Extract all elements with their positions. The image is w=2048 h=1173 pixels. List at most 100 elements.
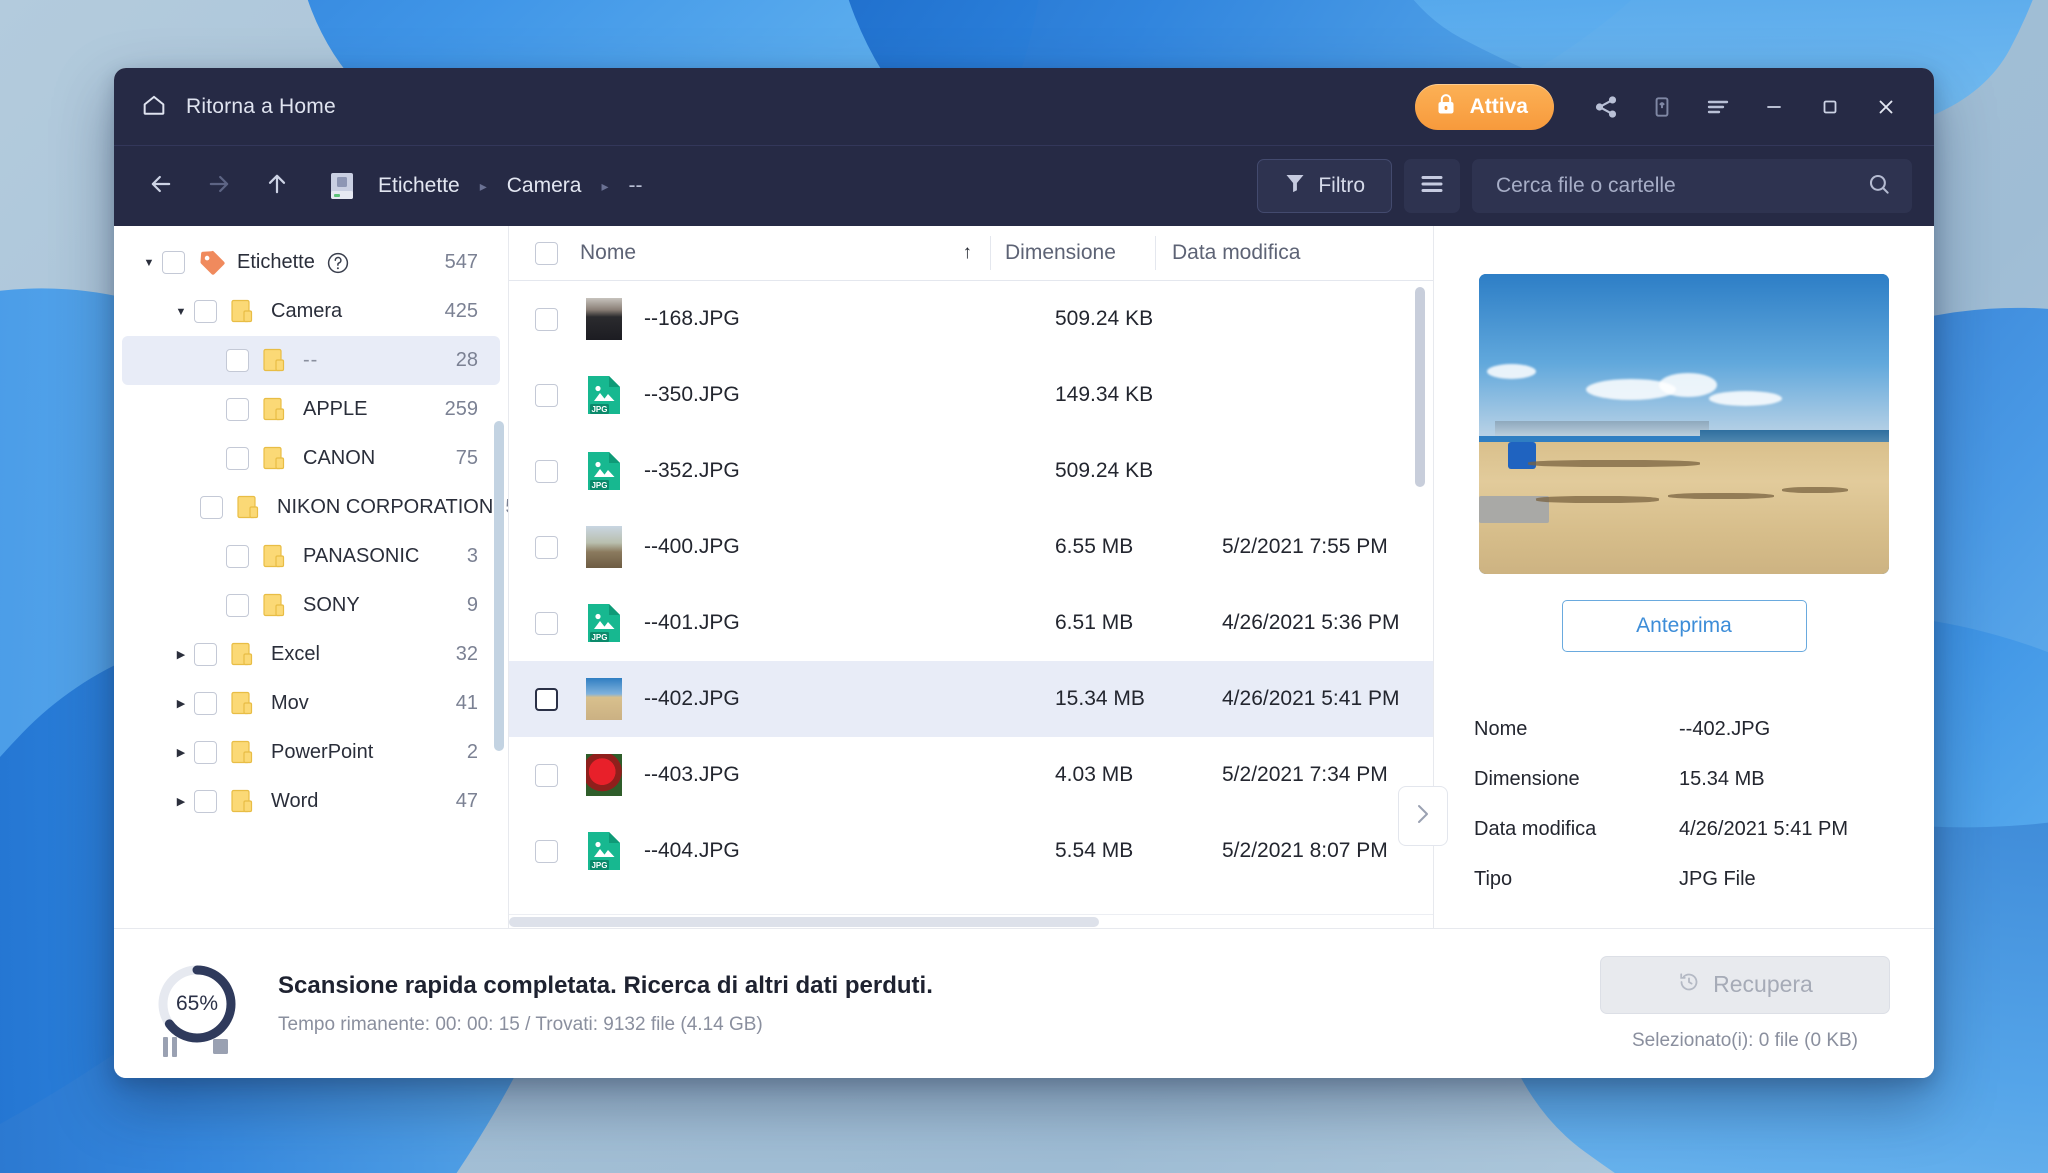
file-name-cell: JPG --401.JPG [586,602,1041,644]
sidebar-item-panasonic[interactable]: PANASONIC 3 [122,532,500,581]
search-icon[interactable] [1866,171,1892,202]
sidebar-item-checkbox[interactable] [226,447,249,470]
sidebar-item-checkbox[interactable] [226,594,249,617]
sidebar-item-sony[interactable]: SONY 9 [122,581,500,630]
file-date-cell: 4/26/2021 5:41 PM [1222,687,1400,710]
sidebar-item-[interactable]: -- 28 [122,336,500,385]
table-row[interactable]: JPG --352.JPG 509.24 KB [509,433,1433,509]
sidebar-item-canon[interactable]: CANON 75 [122,434,500,483]
activate-button[interactable]: Attiva [1414,84,1554,130]
sidebar-item-excel[interactable]: Excel 32 [122,630,500,679]
chevron-right-icon[interactable] [168,795,194,808]
breadcrumb-item-0[interactable]: Etichette [372,170,466,202]
export-button[interactable] [1636,81,1688,133]
help-icon[interactable] [325,250,351,276]
file-size-cell: 149.34 KB [1055,383,1154,406]
file-name-cell: --168.JPG [586,298,1041,340]
sidebar-item-label: -- [303,349,319,371]
breadcrumb: Etichette ▸ Camera ▸ -- [328,170,648,202]
sidebar-item-checkbox[interactable] [194,643,217,666]
file-name-label: --402.JPG [644,687,740,710]
pause-button[interactable] [160,1035,180,1064]
up-button[interactable] [248,157,306,215]
file-row-checkbox[interactable] [535,763,558,787]
file-size-cell: 5.54 MB [1055,839,1134,862]
chevron-right-icon[interactable] [168,648,194,661]
file-name-cell: --402.JPG [586,678,1041,720]
file-row-checkbox[interactable] [535,839,558,863]
metadata-value-0: --402.JPG [1679,717,1771,740]
sort-asc-arrow[interactable]: ↑ [963,242,973,264]
file-row-checkbox[interactable] [535,459,558,483]
back-button[interactable] [132,157,190,215]
search-input[interactable] [1496,174,1866,198]
table-row[interactable]: --400.JPG 6.55 MB 5/2/2021 7:55 PM [509,509,1433,585]
view-mode-button[interactable] [1404,159,1460,213]
preview-image [1479,274,1889,574]
jpg-file-icon: JPG [586,374,622,416]
file-list-horizontal-scrollbar[interactable] [509,914,1433,928]
minimize-button[interactable] [1748,81,1800,133]
table-row[interactable]: JPG --401.JPG 6.51 MB 4/26/2021 5:36 PM [509,585,1433,661]
chevron-right-icon[interactable] [168,746,194,759]
chevron-right-icon [1411,799,1435,834]
table-row[interactable]: JPG --350.JPG 149.34 KB [509,357,1433,433]
sidebar-item-checkbox[interactable] [194,741,217,764]
breadcrumb-item-1[interactable]: Camera [501,170,588,202]
progress-ring: 65% [154,961,240,1047]
table-row[interactable]: JPG --404.JPG 5.54 MB 5/2/2021 8:07 PM [509,813,1433,889]
jpg-file-icon: JPG [586,602,622,644]
file-row-checkbox[interactable] [535,611,558,635]
sidebar-item-apple[interactable]: APPLE 259 [122,385,500,434]
search-box[interactable] [1472,159,1912,213]
maximize-button[interactable] [1804,81,1856,133]
chevron-right-icon[interactable] [168,697,194,710]
sidebar-item-checkbox[interactable] [226,398,249,421]
file-list-vertical-scrollbar[interactable] [1415,287,1425,487]
stop-button[interactable] [210,1035,230,1064]
back-to-home-button[interactable]: Ritorna a Home [140,91,336,124]
file-row-checkbox[interactable] [535,535,558,559]
sidebar-item-nikon-corporation[interactable]: NIKON CORPORATION51 [122,483,508,532]
breadcrumb-item-2[interactable]: -- [622,170,648,202]
select-all-checkbox[interactable] [535,241,558,265]
sidebar-item-checkbox[interactable] [162,251,185,274]
chevron-down-icon[interactable] [136,257,162,269]
sidebar-item-mov[interactable]: Mov 41 [122,679,500,728]
sidebar-item-checkbox[interactable] [200,496,223,519]
menu-button[interactable] [1692,81,1744,133]
file-row-checkbox[interactable] [535,687,558,711]
sidebar-item-checkbox[interactable] [194,300,217,323]
metadata-key-0: Nome [1474,717,1528,740]
filter-button[interactable]: Filtro [1257,159,1392,213]
share-button[interactable] [1580,81,1632,133]
column-header-name[interactable]: Nome ↑ [535,241,990,265]
collapse-preview-button[interactable] [1398,786,1448,846]
sidebar-item-camera[interactable]: Camera 425 [122,287,500,336]
chevron-down-icon[interactable] [168,306,194,318]
sidebar-scrollbar[interactable] [494,421,504,751]
forward-button[interactable] [190,157,248,215]
file-row-checkbox[interactable] [535,383,558,407]
table-row[interactable]: --402.JPG 15.34 MB 4/26/2021 5:41 PM [509,661,1433,737]
sidebar-item-checkbox[interactable] [226,349,249,372]
column-header-date[interactable]: Data modifica [1155,236,1433,270]
table-row[interactable]: --168.JPG 509.24 KB [509,281,1433,357]
file-name-label: --401.JPG [644,611,740,634]
sidebar-item-powerpoint[interactable]: PowerPoint 2 [122,728,500,777]
sidebar-item-checkbox[interactable] [194,692,217,715]
app-window: Ritorna a Home Attiva Etichette ▸ Camera… [114,68,1934,1078]
close-button[interactable] [1860,81,1912,133]
folder-icon [229,788,259,816]
sidebar-item-word[interactable]: Word 47 [122,777,500,826]
sidebar-item-checkbox[interactable] [194,790,217,813]
sidebar-item-etichette[interactable]: Etichette 547 [122,238,500,287]
recover-button[interactable]: Recupera [1600,955,1890,1014]
table-row[interactable]: --403.JPG 4.03 MB 5/2/2021 7:34 PM [509,737,1433,813]
file-name-label: --403.JPG [644,763,740,786]
menu-lines-icon [1704,94,1732,120]
file-row-checkbox[interactable] [535,307,558,331]
preview-button[interactable]: Anteprima [1561,600,1807,652]
column-header-size[interactable]: Dimensione [990,236,1155,270]
sidebar-item-checkbox[interactable] [226,545,249,568]
